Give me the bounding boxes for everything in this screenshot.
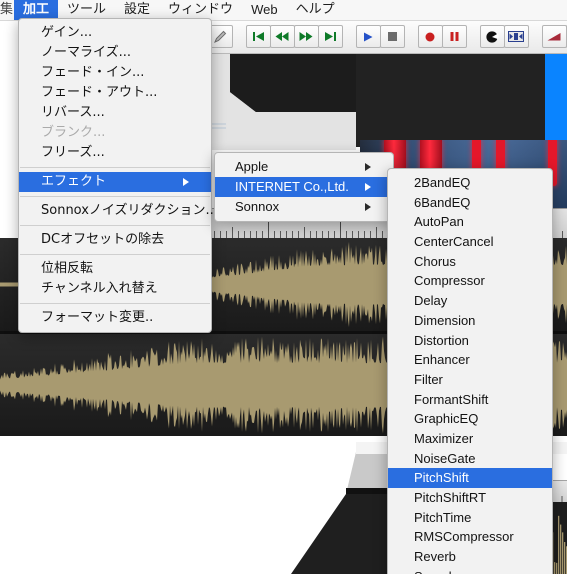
transport-toolbar	[180, 20, 567, 54]
menu-item-noisegate[interactable]: NoiseGate	[388, 449, 552, 469]
app-window: 集 加工 ツール 設定 ウィンドウ Web ヘルプ 0s 1m45s 2m	[0, 0, 567, 574]
record-button[interactable]	[417, 25, 443, 48]
menu-item-gain[interactable]: ゲイン...	[19, 23, 211, 43]
menu-item-label: Distortion	[414, 332, 469, 348]
menu-item-sonnox[interactable]: Sonnox	[215, 197, 393, 217]
menubar-item-process[interactable]: 加工	[14, 0, 59, 20]
stop-button[interactable]	[379, 25, 405, 48]
menu-item-filter[interactable]: Filter	[388, 370, 552, 390]
menu-item-label: GraphicEQ	[414, 411, 479, 427]
menu-item-label: Dimension	[414, 312, 476, 328]
chevron-right-icon	[365, 183, 371, 191]
menu-item-label: Filter	[414, 371, 443, 387]
menu-item-normalize[interactable]: ノーマライズ...	[19, 43, 211, 63]
menubar-item-tools[interactable]: ツール	[58, 0, 115, 20]
menu-item-reverb[interactable]: Reverb	[388, 547, 552, 567]
menubar-item-web[interactable]: Web	[242, 0, 287, 20]
menu-separator	[20, 225, 210, 226]
menu-separator	[20, 303, 210, 304]
menu-item-label: FormantShift	[414, 391, 489, 407]
chevron-right-icon	[365, 203, 371, 211]
menu-item-label: AutoPan	[414, 214, 464, 230]
menu-item-6bandeq[interactable]: 6BandEQ	[388, 193, 552, 213]
menu-item-maximizer[interactable]: Maximizer	[388, 429, 552, 449]
menu-item-graphiceq[interactable]: GraphicEQ	[388, 409, 552, 429]
menu-separator	[20, 254, 210, 255]
menu-separator	[20, 167, 210, 168]
go-to-start-button[interactable]	[245, 25, 271, 48]
menu-item-phase-invert[interactable]: 位相反転	[19, 259, 211, 279]
menu-item-label: 2BandEQ	[414, 175, 471, 190]
menu-item-chorus[interactable]: Chorus	[388, 252, 552, 272]
menu-item-label: Reverb	[414, 549, 456, 565]
menu-item-label: Enhancer	[414, 352, 470, 368]
menubar-item-help[interactable]: ヘルプ	[287, 0, 344, 20]
menu-separator	[20, 196, 210, 197]
menubar-item-truncated[interactable]: 集	[0, 0, 14, 20]
menu-process[interactable]: ゲイン... ノーマライズ... フェード・イン... フェード・アウト... …	[18, 18, 218, 333]
menu-item-label: Chorus	[414, 253, 456, 269]
menu-item-fade-out[interactable]: フェード・アウト...	[19, 83, 211, 103]
menu-item-delay[interactable]: Delay	[388, 291, 552, 311]
menu-item-label: PitchShiftRT	[414, 490, 487, 505]
panel-chrome-shape	[196, 50, 356, 150]
menu-item-label: Delay	[414, 293, 448, 309]
menu-item-speed[interactable]: Speed	[388, 567, 552, 574]
selection-highlight-strip	[545, 50, 567, 140]
zoom-selection-button[interactable]	[503, 25, 529, 48]
fade-in-button[interactable]	[541, 25, 567, 48]
menu-item-pitchtime[interactable]: PitchTime	[388, 508, 552, 528]
menu-item-label: 6BandEQ	[414, 194, 471, 210]
menu-item-label: CenterCancel	[414, 234, 494, 250]
menu-item-label: NoiseGate	[414, 450, 476, 466]
menubar-item-window[interactable]: ウィンドウ	[159, 0, 242, 20]
menu-item-reverse[interactable]: リバース...	[19, 103, 211, 123]
menu-item-rmscompressor[interactable]: RMSCompressor	[388, 527, 552, 547]
menu-item-swap-channels[interactable]: チャンネル入れ替え	[19, 279, 211, 299]
menu-effects-list[interactable]: 2BandEQ 6BandEQ AutoPan CenterCancel Chorus C…	[387, 168, 553, 574]
pause-button[interactable]	[441, 25, 467, 48]
menu-item-pitchshiftrt[interactable]: PitchShiftRT	[388, 488, 552, 508]
menu-item-apple[interactable]: Apple	[215, 157, 393, 177]
menu-item-compressor[interactable]: Compressor	[388, 271, 552, 291]
menu-item-internet-co-ltd[interactable]: INTERNET Co.,Ltd.	[215, 177, 393, 197]
menu-item-enhancer[interactable]: Enhancer	[388, 350, 552, 370]
menu-item-fade-in[interactable]: フェード・イン...	[19, 63, 211, 83]
chevron-right-icon	[365, 163, 371, 171]
menu-item-label: PitchShift	[414, 470, 469, 486]
menu-item-dimension[interactable]: Dimension	[388, 311, 552, 331]
menu-item-centercancel[interactable]: CenterCancel	[388, 232, 552, 252]
menu-item-blank: ブランク...	[41, 125, 106, 140]
menu-item-distortion[interactable]: Distortion	[388, 331, 552, 351]
play-button[interactable]	[355, 25, 381, 48]
loop-region-button[interactable]	[479, 25, 505, 48]
menu-item-freeze[interactable]: フリーズ...	[19, 143, 211, 163]
menu-item-dc-offset-removal[interactable]: DCオフセットの除去	[19, 230, 211, 250]
menu-item-label: RMSCompressor	[414, 529, 514, 545]
menu-item-2bandeq[interactable]: 2BandEQ	[388, 173, 552, 193]
menu-item-formantshift[interactable]: FormantShift	[388, 390, 552, 410]
menu-item-label: Maximizer	[414, 430, 474, 446]
menu-item-label: Compressor	[414, 273, 485, 289]
menu-item-format-change[interactable]: フォーマット変更..	[19, 308, 211, 328]
menu-effect-vendors[interactable]: Apple INTERNET Co.,Ltd. Sonnox	[214, 152, 394, 222]
rewind-button[interactable]	[269, 25, 295, 48]
menu-item-label: Speed	[414, 567, 530, 574]
menu-item-autopan[interactable]: AutoPan	[388, 212, 552, 232]
chevron-right-icon	[183, 178, 189, 186]
menu-item-label: PitchTime	[414, 509, 472, 525]
menu-item-effect[interactable]: エフェクト	[19, 172, 211, 192]
fast-forward-button[interactable]	[293, 25, 319, 48]
menu-item-pitchshift[interactable]: PitchShift	[388, 468, 552, 488]
menubar-item-settings[interactable]: 設定	[115, 0, 159, 20]
menu-item-sonnox-noise-reduction[interactable]: Sonnoxノイズリダクション...	[19, 201, 218, 221]
go-to-end-button[interactable]	[317, 25, 343, 48]
